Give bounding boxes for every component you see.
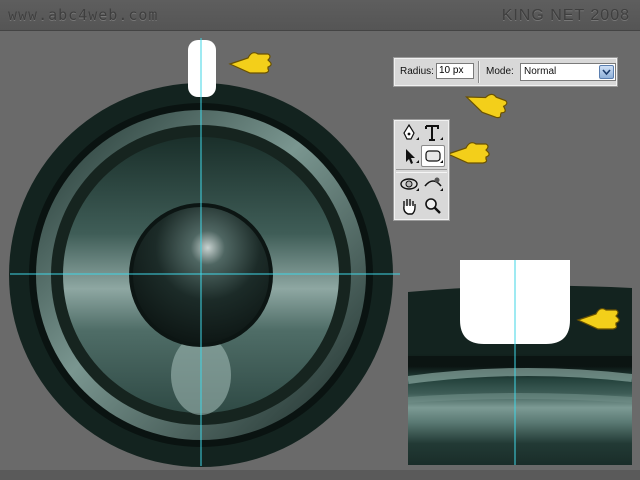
hand-tool-icon[interactable]	[398, 196, 420, 216]
3d-orbit-tool-icon[interactable]	[398, 174, 420, 194]
radius-label: Radius:	[400, 66, 434, 77]
toolbox-divider	[396, 169, 447, 173]
pointer-hand-icon	[446, 142, 490, 164]
bottom-bar	[0, 470, 640, 480]
mode-select[interactable]: Normal	[520, 63, 616, 81]
zoom-tool-icon[interactable]	[422, 196, 444, 216]
rounded-rectangle-tool-icon[interactable]	[421, 145, 445, 167]
rounded-rectangle-shape	[188, 40, 216, 97]
pen-tool-icon[interactable]	[398, 123, 420, 143]
3d-roll-tool-icon[interactable]	[422, 174, 444, 194]
type-tool-icon[interactable]	[422, 123, 444, 143]
radius-input[interactable]: 10 px	[436, 63, 474, 79]
zoom-detail-view	[408, 260, 632, 465]
chevron-down-icon[interactable]	[599, 65, 614, 79]
mode-value: Normal	[524, 66, 557, 77]
pointer-hand-icon	[465, 93, 508, 119]
path-selection-tool-icon[interactable]	[398, 146, 420, 166]
tool-options-bar: Radius: 10 px Mode: Normal	[393, 57, 618, 87]
mode-label: Mode:	[486, 66, 514, 77]
options-separator	[478, 61, 480, 83]
pointer-hand-icon	[228, 52, 272, 74]
toolbox-panel	[393, 119, 450, 221]
